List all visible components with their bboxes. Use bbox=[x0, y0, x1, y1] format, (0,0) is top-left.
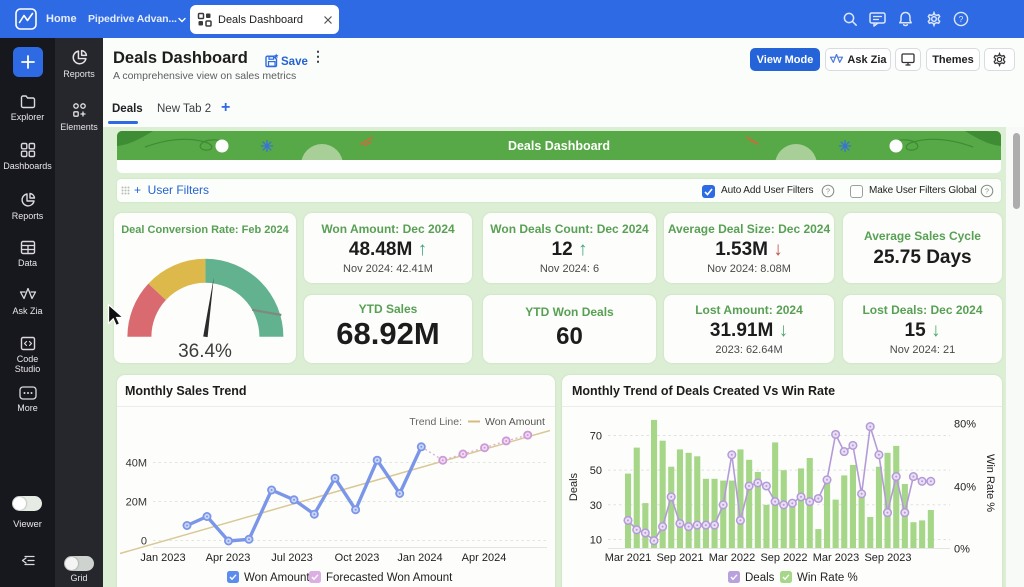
svg-text:Sep 2023: Sep 2023 bbox=[864, 552, 911, 564]
svg-text:Mar 2021: Mar 2021 bbox=[605, 552, 651, 564]
svg-text:70: 70 bbox=[590, 431, 602, 443]
svg-text:Jan 2023: Jan 2023 bbox=[140, 552, 185, 564]
svg-text:80%: 80% bbox=[954, 419, 976, 431]
svg-text:Oct 2023: Oct 2023 bbox=[335, 552, 380, 564]
svg-text:?: ? bbox=[985, 187, 989, 196]
svg-text:Apr 2023: Apr 2023 bbox=[206, 552, 251, 564]
svg-text:Jul 2023: Jul 2023 bbox=[271, 552, 313, 564]
svg-text:Deals: Deals bbox=[568, 472, 580, 501]
svg-text:40%: 40% bbox=[954, 482, 976, 494]
svg-text:Jan 2024: Jan 2024 bbox=[397, 552, 442, 564]
svg-text:40M: 40M bbox=[126, 458, 147, 470]
svg-text:?: ? bbox=[959, 14, 964, 24]
svg-text:Deals: Deals bbox=[745, 572, 775, 584]
svg-text:Forecasted Won Amount: Forecasted Won Amount bbox=[326, 572, 453, 584]
svg-text:Sep 2021: Sep 2021 bbox=[656, 552, 703, 564]
svg-text:?: ? bbox=[826, 187, 830, 196]
svg-text:0%: 0% bbox=[954, 544, 970, 556]
svg-text:30: 30 bbox=[590, 500, 602, 512]
svg-text:Win Rate %: Win Rate % bbox=[797, 572, 858, 584]
svg-text:Sep 2022: Sep 2022 bbox=[760, 552, 807, 564]
svg-text:Mar 2022: Mar 2022 bbox=[709, 552, 755, 564]
svg-text:50: 50 bbox=[590, 465, 602, 477]
svg-text:Trend Line:: Trend Line: bbox=[409, 416, 462, 428]
svg-text:Won Amount: Won Amount bbox=[485, 416, 545, 428]
svg-text:Apr 2024: Apr 2024 bbox=[462, 552, 507, 564]
svg-text:Win Rate %: Win Rate % bbox=[984, 454, 996, 512]
svg-text:Mar 2023: Mar 2023 bbox=[813, 552, 859, 564]
svg-text:20M: 20M bbox=[126, 497, 147, 509]
svg-text:10: 10 bbox=[590, 535, 602, 547]
svg-text:Deals Dashboard: Deals Dashboard bbox=[508, 139, 610, 153]
svg-text:Won Amount: Won Amount bbox=[244, 572, 310, 584]
